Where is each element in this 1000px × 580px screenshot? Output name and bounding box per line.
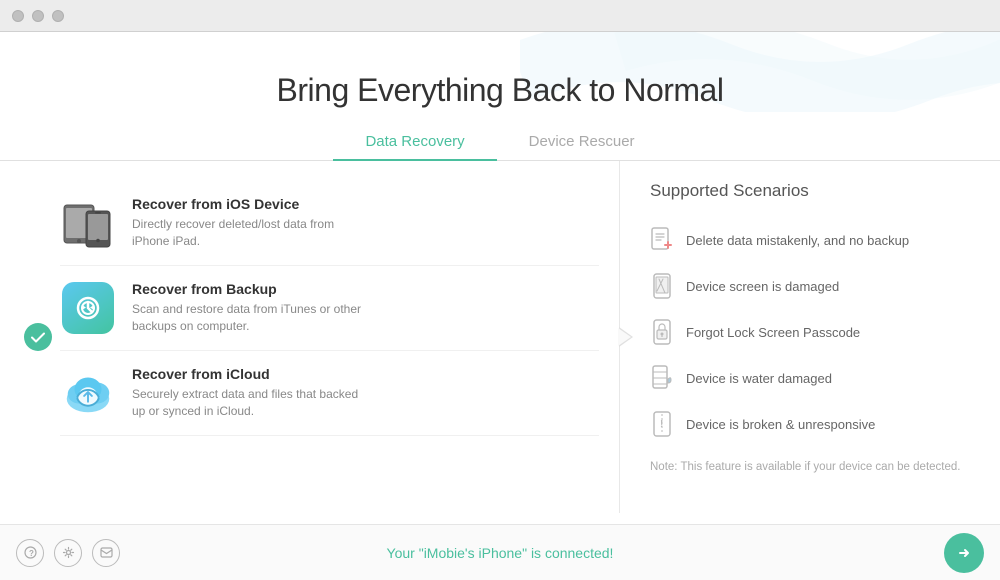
svg-text:?: ? [29, 549, 34, 558]
icloud-item-description: Securely extract data and files that bac… [132, 386, 372, 420]
tabs-container: Data Recovery Device Rescuer [0, 125, 1000, 161]
left-panel: Recover from iOS Device Directly recover… [0, 161, 620, 513]
ios-item-description: Directly recover deleted/lost data from … [132, 216, 372, 250]
scenarios-title: Supported Scenarios [650, 181, 970, 201]
title-bar [0, 0, 1000, 32]
close-button[interactable] [12, 10, 24, 22]
email-button[interactable] [92, 539, 120, 567]
scenarios-note: Note: This feature is available if your … [650, 459, 970, 475]
bottom-icons: ? [16, 539, 120, 567]
right-panel: Supported Scenarios Delete data mistaken… [620, 161, 1000, 513]
recovery-item-ios[interactable]: Recover from iOS Device Directly recover… [60, 181, 599, 266]
ios-item-text: Recover from iOS Device Directly recover… [132, 196, 372, 250]
next-button[interactable] [944, 533, 984, 573]
delete-doc-icon [650, 226, 674, 254]
scenario-text-delete: Delete data mistakenly, and no backup [686, 233, 909, 248]
backup-item-description: Scan and restore data from iTunes or oth… [132, 301, 372, 335]
icloud-item-title: Recover from iCloud [132, 366, 372, 382]
tab-data-recovery[interactable]: Data Recovery [333, 125, 496, 160]
backup-item-text: Recover from Backup Scan and restore dat… [132, 281, 372, 335]
scenario-text-broken: Device is broken & unresponsive [686, 417, 875, 432]
panels-container: Recover from iOS Device Directly recover… [0, 161, 1000, 513]
minimize-button[interactable] [32, 10, 44, 22]
broken-device-icon: ! [650, 410, 674, 438]
recovery-item-backup[interactable]: Recover from Backup Scan and restore dat… [60, 266, 599, 351]
water-damage-icon [650, 364, 674, 392]
help-button[interactable]: ? [16, 539, 44, 567]
scenario-text-passcode: Forgot Lock Screen Passcode [686, 325, 860, 340]
connected-status: Your "iMobie's iPhone" is connected! [387, 545, 614, 561]
scenario-item-broken: ! Device is broken & unresponsive [650, 401, 970, 447]
scenario-item-delete: Delete data mistakenly, and no backup [650, 217, 970, 263]
heading-section: Bring Everything Back to Normal [0, 32, 1000, 109]
backup-icon [60, 280, 116, 336]
ios-device-icon [60, 195, 116, 251]
screen-damaged-icon [650, 272, 674, 300]
scenario-text-screen: Device screen is damaged [686, 279, 839, 294]
panel-divider-arrow [619, 327, 633, 347]
ios-item-title: Recover from iOS Device [132, 196, 372, 212]
main-title: Bring Everything Back to Normal [0, 72, 1000, 109]
lock-icon [650, 318, 674, 346]
recovery-item-icloud[interactable]: Recover from iCloud Securely extract dat… [60, 351, 599, 436]
backup-item-title: Recover from Backup [132, 281, 372, 297]
tab-device-rescuer[interactable]: Device Rescuer [497, 125, 667, 160]
scenario-item-screen: Device screen is damaged [650, 263, 970, 309]
scenario-item-passcode: Forgot Lock Screen Passcode [650, 309, 970, 355]
svg-text:!: ! [660, 419, 663, 430]
settings-button[interactable] [54, 539, 82, 567]
check-indicator [24, 323, 52, 351]
scenario-item-water: Device is water damaged [650, 355, 970, 401]
icloud-item-text: Recover from iCloud Securely extract dat… [132, 366, 372, 420]
maximize-button[interactable] [52, 10, 64, 22]
main-content: Bring Everything Back to Normal Data Rec… [0, 32, 1000, 524]
scenario-text-water: Device is water damaged [686, 371, 832, 386]
icloud-icon [60, 365, 116, 421]
bottom-bar: ? Your "iMobie's iPhone" is connected! [0, 524, 1000, 580]
